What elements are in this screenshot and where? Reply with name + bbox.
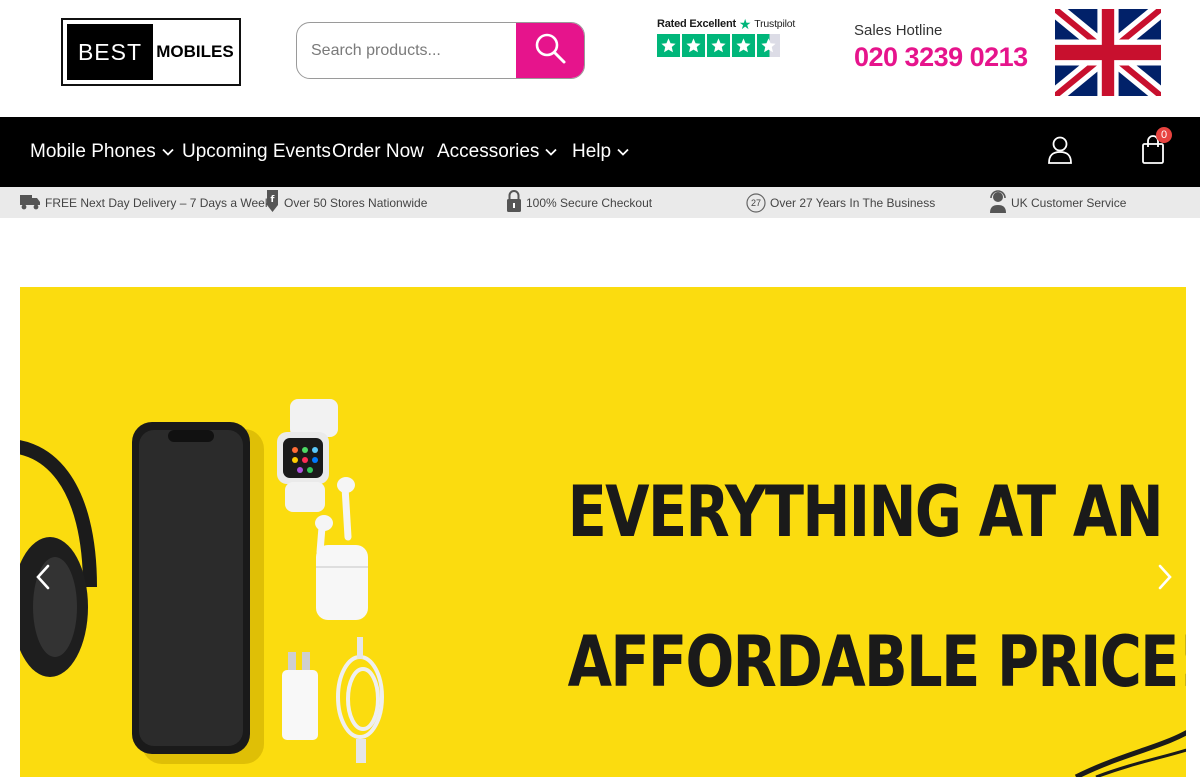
site-logo[interactable]: BEST MOBILES — [61, 18, 241, 86]
usp-text: Over 50 Stores Nationwide — [284, 195, 428, 210]
chevron-down-icon — [162, 148, 174, 156]
nav-item-label: Order Now — [332, 141, 424, 162]
svg-text:f: f — [271, 195, 275, 205]
main-nav: Mobile Phones Upcoming Events Order Now … — [0, 117, 1200, 187]
usp-bar: FREE Next Day Delivery – 7 Days a Week f… — [0, 187, 1200, 218]
site-header: BEST MOBILES Rated Excellent ★ Trustpilo… — [0, 0, 1200, 117]
half-star-icon — [757, 34, 780, 57]
usp-item: UK Customer Service — [989, 187, 1126, 218]
years-badge-number: 27 — [750, 197, 761, 208]
account-button[interactable] — [1047, 117, 1073, 187]
usp-item: f Over 50 Stores Nationwide — [265, 187, 427, 218]
trustpilot-rating[interactable]: Rated Excellent ★ Trustpilot — [657, 15, 795, 74]
hero-headline: EVERYTHING AT AN AFFORDABLE PRICE! — [567, 437, 1186, 737]
nav-item-accessories[interactable]: Accessories — [437, 117, 558, 187]
usp-text: UK Customer Service — [1011, 195, 1127, 210]
chevron-left-icon — [36, 564, 50, 595]
search-icon — [533, 31, 567, 70]
sales-hotline: Sales Hotline 020 3239 0213 — [854, 22, 1028, 73]
lock-icon — [506, 189, 522, 216]
hero-banner[interactable]: EVERYTHING AT AN AFFORDABLE PRICE! — [20, 287, 1186, 777]
star-icon — [707, 34, 730, 57]
star-icon — [732, 34, 755, 57]
star-icon — [657, 34, 680, 57]
trustpilot-logo-star-icon: ★ — [738, 15, 752, 32]
nav-item-order-now[interactable]: Order Now — [332, 117, 424, 187]
hotline-label: Sales Hotline — [854, 22, 943, 39]
logo-text-mobiles: MOBILES — [156, 42, 234, 61]
nav-item-mobile-phones[interactable]: Mobile Phones — [30, 117, 174, 187]
truck-icon — [20, 192, 41, 213]
chevron-down-icon — [545, 148, 558, 156]
star-icon — [682, 34, 705, 57]
nav-item-label: Accessories — [437, 141, 540, 162]
27-years-badge-icon: 27 — [746, 192, 766, 213]
nav-item-upcoming-events[interactable]: Upcoming Events — [182, 117, 331, 187]
slider-next-button[interactable] — [1150, 559, 1180, 599]
user-icon — [1047, 135, 1073, 170]
search-bar — [296, 22, 585, 79]
usp-text: FREE Next Day Delivery – 7 Days a Week — [45, 195, 271, 210]
nav-item-label: Upcoming Events — [182, 141, 331, 162]
search-button[interactable] — [516, 23, 584, 78]
usp-item: 27 Over 27 Years In The Business — [746, 187, 935, 218]
headset-icon — [989, 189, 1007, 216]
nav-item-help[interactable]: Help — [572, 117, 629, 187]
uk-flag-icon[interactable] — [1051, 1, 1165, 104]
hero-line-1: EVERYTHING AT AN — [567, 471, 1164, 553]
trustpilot-rated-text: Rated Excellent — [657, 18, 736, 30]
store-icon: f — [265, 189, 280, 216]
cart-count-badge: 0 — [1156, 127, 1172, 143]
usp-text: Over 27 Years In The Business — [770, 195, 936, 210]
usp-item: 100% Secure Checkout — [506, 187, 652, 218]
hero-line-2: AFFORDABLE PRICE! — [567, 621, 1186, 703]
slider-prev-button[interactable] — [28, 559, 58, 599]
products-illustration — [20, 399, 384, 764]
nav-item-label: Mobile Phones — [30, 141, 156, 162]
nav-item-label: Help — [572, 141, 612, 162]
search-input[interactable] — [297, 23, 517, 78]
chevron-down-icon — [617, 148, 629, 156]
logo-text-best: BEST — [67, 24, 153, 80]
usp-item: FREE Next Day Delivery – 7 Days a Week — [20, 187, 271, 218]
hotline-number[interactable]: 020 3239 0213 — [854, 42, 1028, 73]
trustpilot-stars — [657, 34, 787, 57]
trustpilot-brand: Trustpilot — [754, 18, 796, 30]
usp-text: 100% Secure Checkout — [526, 195, 653, 210]
chevron-right-icon — [1158, 564, 1172, 595]
